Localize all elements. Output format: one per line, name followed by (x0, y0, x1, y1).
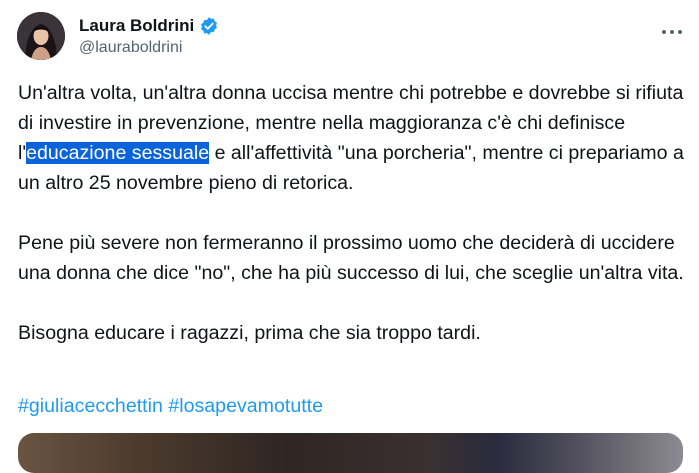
author-handle[interactable]: @lauraboldrini (79, 39, 182, 57)
author-name[interactable]: Laura Boldrini (79, 16, 194, 36)
verified-badge-icon (199, 16, 219, 36)
tweet-header: Laura Boldrini @lauraboldrini (17, 10, 687, 62)
more-options-icon[interactable] (657, 20, 687, 44)
tweet-paragraph-1: Un'altra volta, un'altra donna uccisa me… (18, 78, 688, 198)
hashtags: #giuliacecchettin #losapevamotutte (18, 391, 323, 421)
hashtag-link[interactable]: #losapevamotutte (168, 395, 323, 417)
name-row: Laura Boldrini (79, 16, 219, 36)
tweet-paragraph-2: Pene più severe non fermeranno il prossi… (18, 232, 684, 284)
avatar[interactable] (17, 12, 65, 60)
tweet-paragraph-3: Bisogna educare i ragazzi, prima che sia… (18, 322, 481, 344)
tweet-text: Un'altra volta, un'altra donna uccisa me… (18, 78, 688, 348)
hashtag-link[interactable]: #giuliacecchettin (18, 395, 163, 417)
tweet: Laura Boldrini @lauraboldrini Un'altra v… (0, 0, 699, 473)
tweet-media[interactable] (18, 433, 683, 473)
selected-text: educazione sessuale (26, 142, 210, 164)
